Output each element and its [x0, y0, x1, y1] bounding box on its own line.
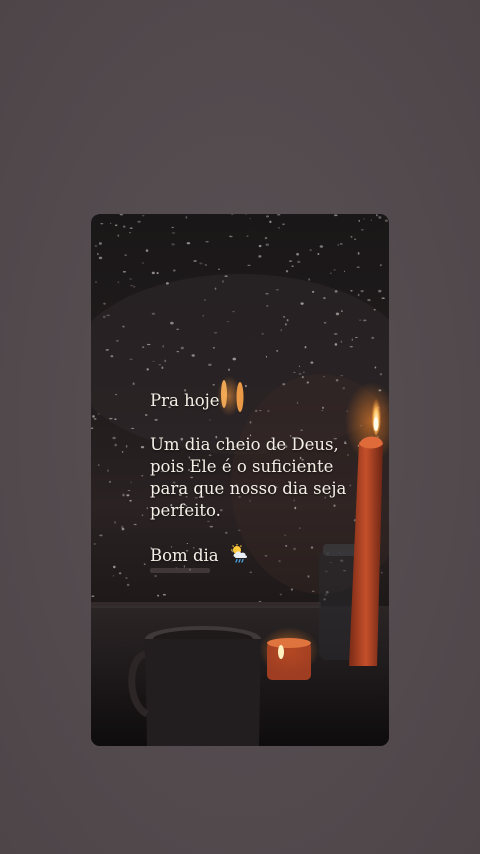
caption-line-3: para que nosso dia seja: [150, 479, 347, 498]
caption-line-1: Um dia cheio de Deus,: [150, 435, 339, 454]
caption-underline: [150, 568, 210, 573]
caption-line-2: pois Ele é o suficiente: [150, 457, 334, 476]
story-card[interactable]: Pra hoje Um dia cheio de Deus, pois Ele …: [91, 214, 389, 746]
caption-line-4: perfeito.: [150, 501, 221, 520]
caption-closing: Bom dia: [150, 546, 219, 565]
caption-heading: Pra hoje: [150, 391, 220, 410]
story-viewer: Pra hoje Um dia cheio de Deus, pois Ele …: [0, 0, 480, 854]
caption-closing-line: Bom dia: [150, 544, 350, 567]
story-caption: Pra hoje Um dia cheio de Deus, pois Ele …: [150, 390, 350, 573]
sun-behind-rain-cloud-icon: [230, 544, 247, 563]
